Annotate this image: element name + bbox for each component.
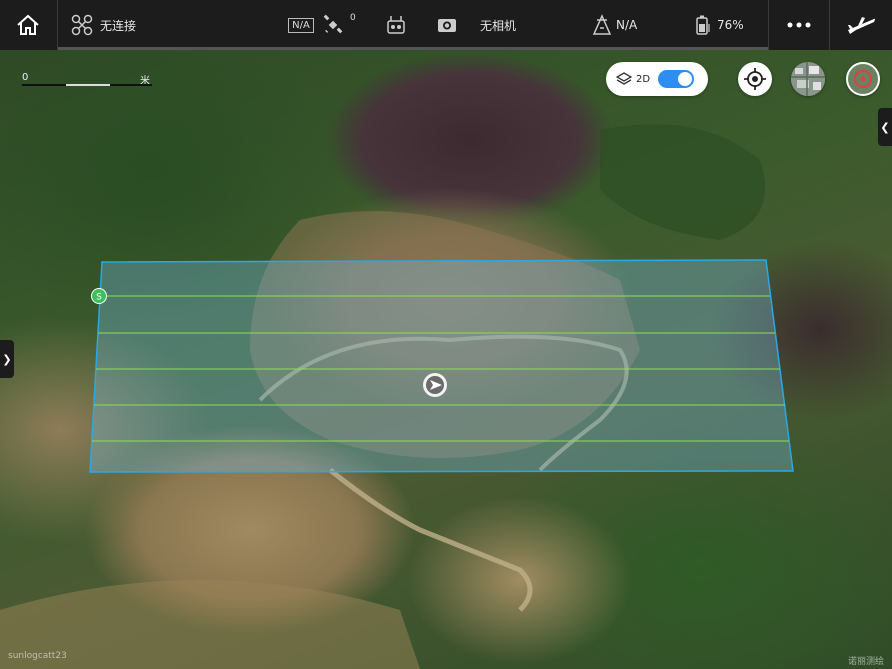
more-button[interactable] [769, 0, 829, 50]
map-view-toggle[interactable]: 2D [606, 62, 708, 96]
satellite-icon [323, 14, 343, 34]
battery-icon [696, 15, 710, 35]
rtk-icon [592, 14, 612, 35]
left-panel-toggle[interactable]: ❯ [0, 340, 14, 378]
satellite-map[interactable]: S [0, 50, 892, 669]
chevron-left-icon: ❮ [880, 120, 890, 134]
layers-icon [616, 72, 632, 85]
na-box-label: N/A [288, 17, 314, 33]
view-mode-switch[interactable] [658, 70, 694, 88]
right-panel-toggle[interactable]: ❮ [878, 108, 892, 146]
camera-icon [438, 19, 456, 32]
connection-label: 无连接 [100, 18, 137, 33]
scale-start-label: 0 [22, 72, 29, 83]
camera-status[interactable] [436, 0, 458, 50]
battery-status[interactable]: 76% [694, 0, 754, 50]
map-scale-bar: 0 米 [22, 72, 152, 88]
scale-segment [66, 84, 110, 86]
takeoff-button[interactable] [830, 0, 892, 50]
top-bar: 无连接 N/A 0 无相机 N/A 76% [0, 0, 892, 50]
crosshair-icon [744, 68, 766, 90]
start-point-label: S [96, 293, 102, 303]
airplane-icon [848, 17, 875, 34]
rtk-value: N/A [616, 18, 638, 32]
more-dots-icon [787, 22, 811, 28]
chevron-right-icon: ❯ [2, 352, 12, 366]
satellite-status[interactable]: 0 [322, 0, 362, 50]
camera-label: 无相机 [480, 18, 517, 33]
remote-controller-status[interactable] [384, 0, 408, 50]
gps-mode-badge: N/A [287, 0, 315, 50]
locate-button[interactable] [738, 62, 772, 96]
aircraft-connection-status[interactable]: 无连接 [70, 0, 160, 50]
satellite-map-thumbnail-icon [791, 62, 825, 96]
rtk-status[interactable]: N/A [592, 0, 642, 50]
scale-segment [22, 84, 66, 86]
scale-segment [110, 84, 152, 86]
camera-label-cell: 无相机 [480, 0, 526, 50]
remote-controller-icon [387, 16, 405, 34]
aircraft-position-marker[interactable] [423, 373, 447, 397]
compass-button[interactable] [846, 62, 880, 96]
divider [57, 0, 58, 50]
battery-value: 76% [717, 18, 744, 32]
satellite-count: 0 [350, 13, 356, 23]
watermark-left: sunlogcatt23 [8, 651, 67, 661]
home-button[interactable] [0, 0, 56, 50]
switch-knob [678, 72, 692, 86]
compass-icon [854, 68, 872, 88]
drone-icon [71, 14, 93, 36]
view-mode-label: 2D [636, 73, 651, 85]
watermark-right: 诺丽测绘 [848, 657, 885, 667]
survey-polygon[interactable] [89, 259, 794, 473]
survey-area-overlay[interactable]: S [0, 50, 892, 669]
start-point-marker[interactable]: S [91, 288, 107, 304]
home-icon [17, 14, 39, 35]
map-type-button[interactable] [791, 62, 825, 96]
